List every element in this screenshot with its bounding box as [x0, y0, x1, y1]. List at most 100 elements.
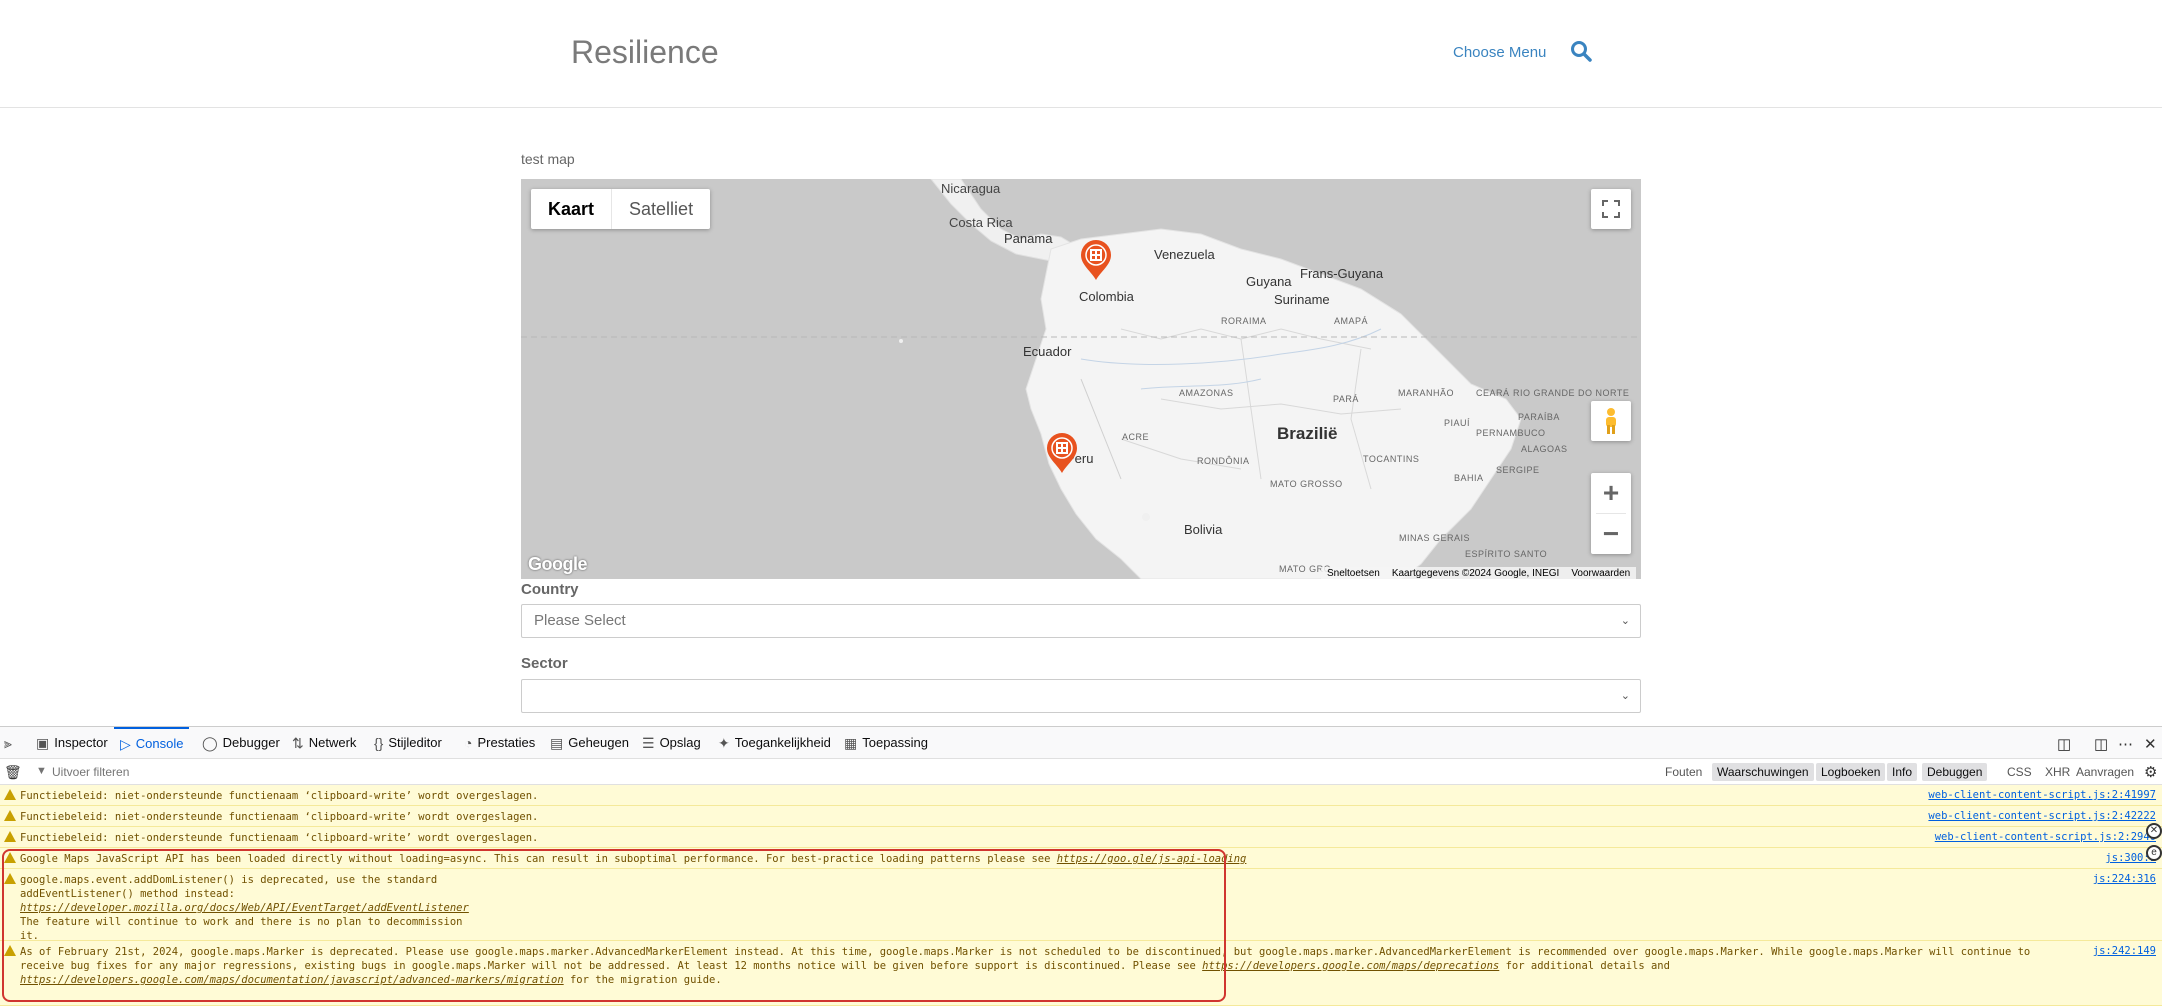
building-marker-icon[interactable]: [1079, 239, 1113, 281]
map-label-bolivia: Bolivia: [1184, 522, 1223, 537]
log-source-link[interactable]: js:224:316: [2093, 873, 2156, 885]
log-source-link[interactable]: web-client-content-script.js:2:2946: [1935, 831, 2156, 843]
google-logo: Google: [528, 554, 588, 574]
filter-debuggen[interactable]: Debuggen: [1922, 763, 1988, 781]
zoom-in-button[interactable]: +: [1591, 473, 1631, 513]
more-options-icon[interactable]: ⋯: [2118, 735, 2133, 753]
map-label-frans-guyana: Frans-Guyana: [1300, 266, 1384, 281]
tab-toepassing[interactable]: ▦ Toepassing: [844, 727, 928, 759]
map-label-brazilie: Brazilië: [1277, 424, 1338, 443]
map-label-tocantins: TOCANTINS: [1363, 454, 1420, 464]
console-log-entry[interactable]: Functiebeleid: niet-ondersteunde functie…: [0, 827, 2162, 848]
filter-css[interactable]: CSS: [2002, 763, 2037, 781]
tab-geheugen[interactable]: ▤ Geheugen: [550, 727, 629, 759]
map-label-acre: ACRE: [1122, 432, 1150, 442]
performance-icon: ◔: [464, 735, 473, 751]
map-attribution: Sneltoetsen Kaartgegevens ©2024 Google, …: [1321, 567, 1637, 579]
debugger-icon: ◯: [202, 735, 218, 751]
site-title[interactable]: Resilience: [571, 34, 719, 71]
map-label-mato-grosso: MATO GROSSO: [1270, 479, 1343, 489]
tab-debugger[interactable]: ◯ Debugger: [202, 727, 280, 759]
filter-logboeken[interactable]: Logboeken: [1816, 763, 1886, 781]
tab-prestaties[interactable]: ◔ Prestaties: [464, 727, 535, 759]
map-label-paraiba: PARAÍBA: [1518, 412, 1560, 422]
log-source-link[interactable]: js:242:149: [2093, 945, 2156, 957]
tab-toegankelijkheid[interactable]: ✦ Toegankelijkheid: [718, 727, 831, 759]
console-filter-input[interactable]: [32, 761, 632, 783]
warning-icon: [4, 873, 16, 884]
console-log-entry[interactable]: As of February 21st, 2024, google.maps.M…: [0, 941, 2162, 1006]
inspector-icon: ▣: [36, 735, 50, 751]
log-link[interactable]: https://developers.google.com/maps/depre…: [1202, 960, 1499, 972]
tab-opslag[interactable]: ☰ Opslag: [642, 727, 701, 759]
chevron-down-icon: ⌄: [1620, 690, 1630, 702]
extension-icon[interactable]: e: [2146, 845, 2162, 861]
log-source-link[interactable]: web-client-content-script.js:2:41997: [1928, 789, 2156, 801]
map-label-ceara: CEARÁ: [1476, 388, 1510, 398]
console-log-entry[interactable]: Functiebeleid: niet-ondersteunde functie…: [0, 785, 2162, 806]
log-message: Functiebeleid: niet-ondersteunde functie…: [20, 832, 539, 844]
tab-inspector[interactable]: ▣ Inspector: [36, 727, 108, 759]
close-icon[interactable]: ✕: [2144, 735, 2157, 753]
map-label-minas-gerais: MINAS GERAIS: [1399, 533, 1471, 543]
map-label-venezuela: Venezuela: [1154, 247, 1215, 262]
application-icon: ▦: [844, 735, 858, 751]
choose-menu-link[interactable]: Choose Menu: [1453, 44, 1546, 61]
tab-netwerk[interactable]: ⇅ Netwerk: [292, 727, 356, 759]
terms-link[interactable]: Voorwaarden: [1571, 567, 1630, 579]
element-picker-icon[interactable]: ⫸: [4, 727, 12, 759]
filter-aanvragen[interactable]: Aanvragen: [2071, 763, 2139, 781]
map-label-panama: Panama: [1004, 231, 1053, 246]
pegman-icon[interactable]: [1591, 401, 1631, 441]
console-icon: ▷: [120, 736, 131, 752]
country-select-value: Please Select: [534, 612, 626, 629]
zoom-out-button[interactable]: −: [1591, 514, 1631, 554]
map-label-bahia: BAHIA: [1454, 473, 1484, 483]
google-map[interactable]: Kaart Satelliet + − Nicaragua Costa Rica…: [521, 179, 1641, 579]
filter-waarschuwingen[interactable]: Waarschuwingen: [1712, 763, 1814, 781]
memory-icon: ▤: [550, 735, 564, 751]
map-label-piaui: PIAUÍ: [1444, 418, 1471, 428]
map-label-amazonas: AMAZONAS: [1179, 388, 1234, 398]
map-label-espirito-santo: ESPÍRITO SANTO: [1465, 549, 1548, 559]
log-link[interactable]: https://developers.google.com/maps/docum…: [20, 974, 564, 986]
console-log-entry[interactable]: Functiebeleid: niet-ondersteunde functie…: [0, 806, 2162, 827]
warning-icon: [4, 945, 16, 956]
trash-icon[interactable]: 🗑: [4, 764, 22, 781]
style-editor-icon: {}: [374, 735, 384, 751]
filter-info[interactable]: Info: [1887, 763, 1918, 781]
chevron-down-icon: ⌄: [1620, 615, 1630, 627]
fullscreen-icon[interactable]: [1591, 189, 1631, 229]
map-data-text: Kaartgegevens ©2024 Google, INEGI: [1391, 568, 1560, 579]
close-icon[interactable]: ✕: [2146, 823, 2162, 839]
devtools-panel: ⫸ ▣ Inspector ▷ Console ◯ Debugger ⇅ Netwerk…: [0, 726, 2162, 1006]
map-label-maranhao: MARANHÃO: [1398, 388, 1455, 398]
console-log-entry[interactable]: google.maps.event.addDomListener() is de…: [0, 869, 2162, 942]
map-type-kaart-button[interactable]: Kaart: [531, 189, 612, 229]
building-marker-icon[interactable]: [1045, 432, 1079, 474]
log-message: As of February 21st, 2024, google.maps.M…: [20, 946, 2037, 986]
tab-console[interactable]: ▷ Console: [114, 727, 190, 759]
map-label-pernambuco: PERNAMBUCO: [1476, 428, 1546, 438]
gear-icon[interactable]: ⚙: [2144, 763, 2157, 781]
search-icon[interactable]: [1570, 40, 1594, 64]
map-label-nicaragua: Nicaragua: [941, 181, 1001, 196]
map-label-ecuador: Ecuador: [1023, 344, 1072, 359]
log-source-link[interactable]: web-client-content-script.js:2:42222: [1928, 810, 2156, 822]
filter-fouten[interactable]: Fouten: [1660, 763, 1707, 781]
country-select[interactable]: Please Select ⌄: [521, 604, 1641, 638]
dock-layout-icon[interactable]: ◫: [2057, 735, 2071, 753]
console-log-entry[interactable]: Google Maps JavaScript API has been load…: [0, 848, 2162, 869]
map-label-rio-grande-do-norte: RIO GRANDE DO NORTE: [1513, 388, 1630, 398]
log-link[interactable]: https://developer.mozilla.org/docs/Web/A…: [20, 902, 469, 914]
map-label-rondonia: RONDÔNIA: [1197, 456, 1250, 466]
keyboard-shortcuts-link[interactable]: Sneltoetsen: [1327, 567, 1380, 579]
responsive-design-icon[interactable]: ◫: [2094, 735, 2108, 753]
map-caption: test map: [521, 151, 575, 167]
log-link[interactable]: https://goo.gle/js-api-loading: [1057, 853, 1247, 865]
sector-select[interactable]: ⌄: [521, 679, 1641, 713]
warning-icon: [4, 810, 16, 821]
map-type-satelliet-button[interactable]: Satelliet: [611, 189, 711, 229]
network-icon: ⇅: [292, 735, 304, 751]
tab-stijleditor[interactable]: {} Stijleditor: [374, 727, 442, 759]
